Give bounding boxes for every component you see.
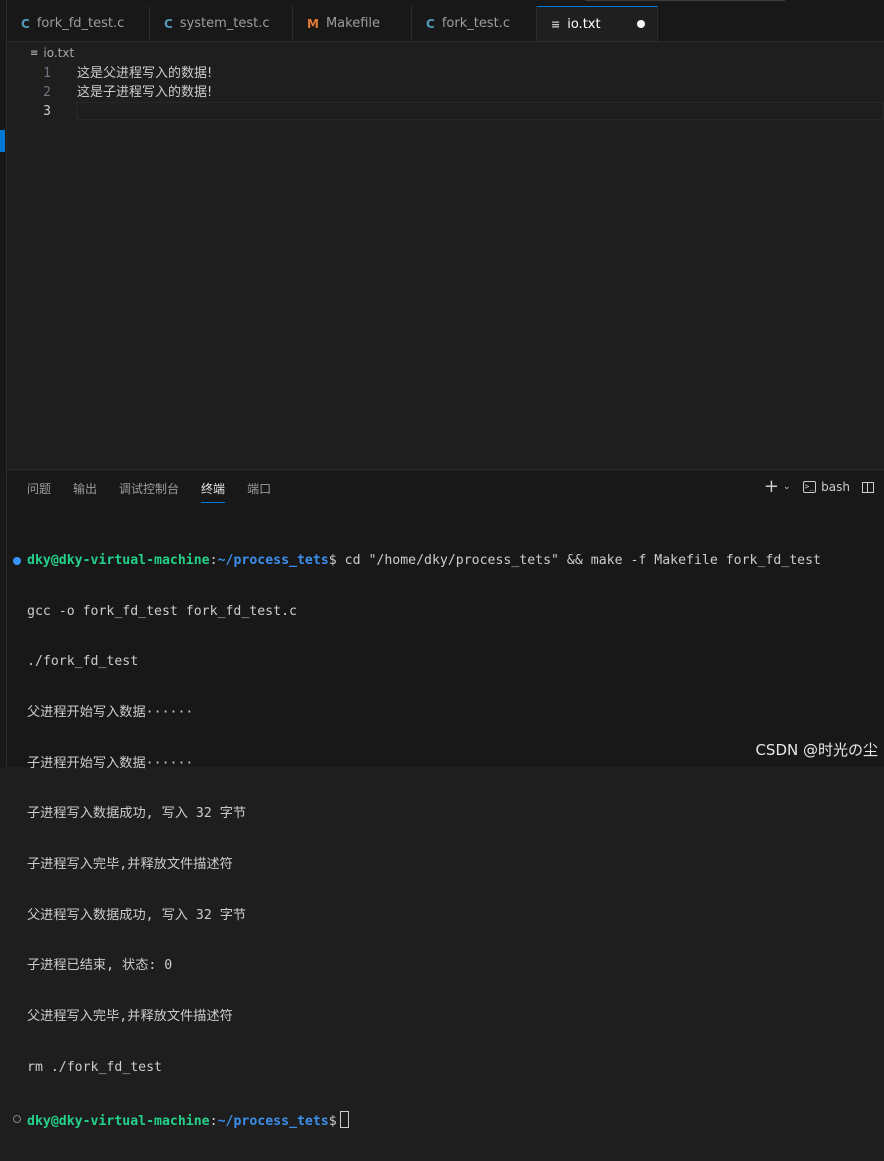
terminal-output-line: rm ./fork_fd_test: [27, 1059, 162, 1075]
terminal-output-line: 子进程开始写入数据······: [27, 755, 194, 771]
terminal-output-line: 子进程写入完毕,并释放文件描述符: [27, 857, 233, 873]
terminal-output-line: ./fork_fd_test: [27, 654, 139, 670]
prompt-symbol: $: [328, 552, 345, 568]
chevron-down-icon[interactable]: ⌄: [783, 482, 791, 492]
terminal-output-line: 父进程写入数据成功, 写入 32 字节: [27, 907, 247, 923]
tab-ports[interactable]: 端口: [247, 480, 271, 503]
terminal-output[interactable]: dky@dky-virtual-machine:~/process_tets$ …: [13, 519, 877, 1161]
editor-area[interactable]: 1 这是父进程写入的数据! 2 这是子进程写入的数据! 3: [7, 63, 884, 468]
tab-fork-test-c[interactable]: C fork_test.c: [412, 6, 537, 41]
breadcrumb[interactable]: ≡ io.txt: [30, 44, 74, 62]
activity-marker: [0, 130, 5, 152]
command-status-icon[interactable]: [13, 556, 21, 565]
tab-label: fork_fd_test.c: [36, 16, 125, 31]
command-status-icon[interactable]: [13, 1114, 21, 1123]
tab-output[interactable]: 输出: [73, 480, 97, 503]
line-text: 这是父进程写入的数据!: [77, 66, 213, 81]
panel-actions: + ⌄ >_ bash: [764, 478, 874, 496]
terminal-prompt-line: dky@dky-virtual-machine:~/process_tets$: [13, 1110, 877, 1129]
line-text: 这是子进程写入的数据!: [77, 85, 213, 100]
bottom-panel: 问题 输出 调试控制台 终端 端口 + ⌄ >_ bash dky@dky-vi…: [7, 469, 884, 1129]
tab-label: fork_test.c: [441, 16, 510, 31]
editor-line[interactable]: 1 这是父进程写入的数据!: [7, 64, 884, 83]
prompt-user: dky@dky-virtual-machine: [27, 552, 210, 568]
tab-label: Makefile: [325, 16, 380, 31]
unsaved-dot-icon[interactable]: [636, 20, 645, 28]
terminal-output-line: 父进程写入完毕,并释放文件描述符: [27, 1009, 233, 1025]
tab-debug-console[interactable]: 调试控制台: [119, 480, 179, 503]
prompt-symbol: $: [328, 1113, 337, 1129]
terminal-command: cd "/home/dky/process_tets" && make -f M…: [344, 552, 821, 568]
tab-label: io.txt: [567, 16, 601, 32]
terminal-cursor: [339, 1110, 349, 1128]
terminal-output-line: gcc -o fork_fd_test fork_fd_test.c: [27, 603, 297, 619]
editor-line[interactable]: 3: [7, 102, 884, 121]
shell-label[interactable]: bash: [821, 480, 850, 494]
tab-system-test-c[interactable]: C system_test.c: [150, 6, 293, 41]
prompt-separator: :: [209, 1113, 218, 1129]
tab-problems[interactable]: 问题: [27, 480, 51, 503]
prompt-path: ~/process_tets: [217, 1113, 329, 1129]
tab-makefile[interactable]: M Makefile: [293, 6, 412, 41]
activity-bar-edge: [0, 0, 7, 767]
tab-io-txt[interactable]: ≡ io.txt: [537, 6, 658, 41]
tab-label: system_test.c: [179, 16, 270, 31]
line-number: 3: [43, 104, 51, 119]
new-terminal-plus-icon[interactable]: +: [764, 478, 779, 496]
terminal-icon: >_: [802, 481, 817, 493]
text-file-icon: ≡: [551, 17, 561, 31]
text-file-icon: ≡: [30, 47, 39, 59]
terminal-output-line: 父进程开始写入数据······: [27, 704, 194, 720]
editor-line[interactable]: 2 这是子进程写入的数据!: [7, 83, 884, 102]
prompt-path: ~/process_tets: [217, 552, 329, 568]
title-bar-accent: [585, 0, 785, 1]
line-number: 1: [43, 66, 51, 81]
terminal-command-line: dky@dky-virtual-machine:~/process_tets$ …: [13, 552, 877, 570]
prompt-user: dky@dky-virtual-machine: [27, 1113, 210, 1129]
tab-fork-fd-test-c[interactable]: C fork_fd_test.c: [7, 6, 150, 41]
c-file-icon: C: [426, 16, 435, 31]
editor-tab-bar: C fork_fd_test.c C system_test.c M Makef…: [7, 6, 884, 42]
breadcrumb-label: io.txt: [43, 46, 75, 60]
makefile-icon: M: [307, 16, 319, 31]
terminal-output-line: 子进程写入数据成功, 写入 32 字节: [27, 806, 247, 822]
watermark: CSDN @时光の尘: [755, 741, 878, 759]
c-file-icon: C: [164, 16, 173, 31]
tab-terminal[interactable]: 终端: [201, 480, 226, 503]
c-file-icon: C: [21, 16, 30, 31]
split-terminal-icon[interactable]: [862, 481, 874, 493]
line-number: 2: [43, 85, 51, 100]
terminal-output-line: 子进程已结束, 状态: 0: [27, 958, 173, 974]
panel-tabs: 问题 输出 调试控制台 终端 端口: [27, 480, 293, 503]
prompt-separator: :: [209, 552, 218, 568]
